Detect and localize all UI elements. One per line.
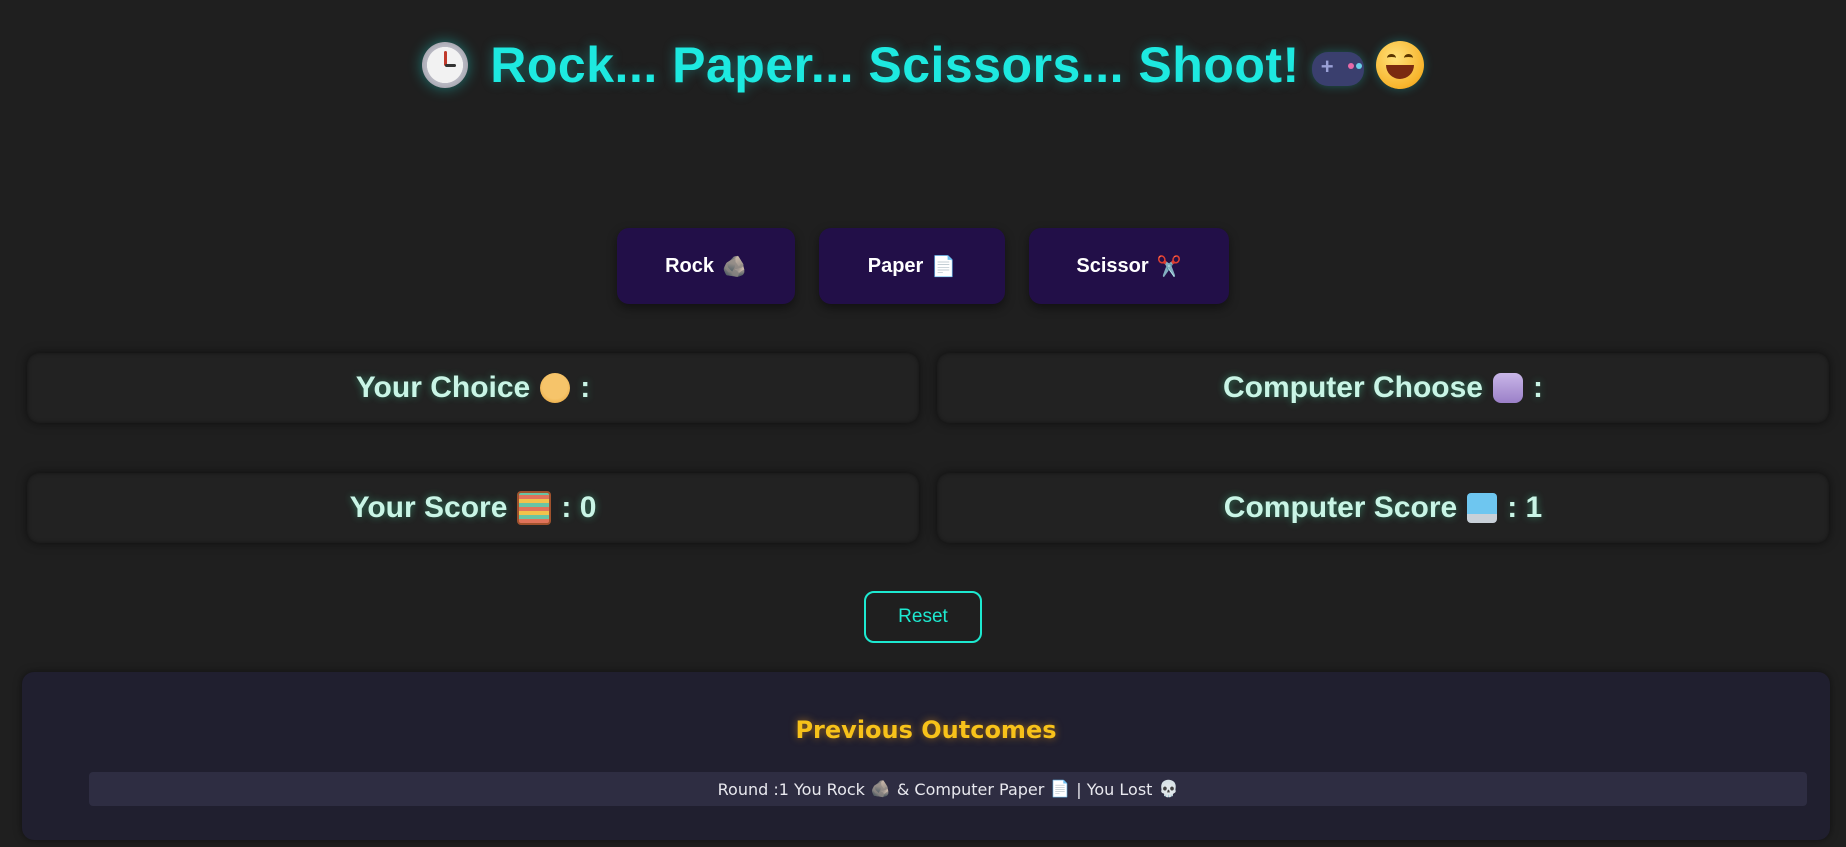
computer-score-panel: Computer Score : 1 (937, 473, 1829, 543)
abacus-icon (517, 491, 552, 525)
your-score-value: : 0 (561, 491, 597, 524)
page-header: Rock... Paper... Scissors... Shoot! (0, 36, 1846, 94)
your-choice-label: Your Choice (355, 371, 531, 404)
your-score-label: Your Score (349, 491, 508, 524)
paper-button-label: Paper (867, 254, 924, 277)
outcome-text-result: | You Lost (1076, 779, 1153, 799)
your-score-panel: Your Score : 0 (27, 473, 919, 543)
clock-icon (422, 42, 469, 88)
laptop-icon (1467, 493, 1498, 523)
page-icon: 📄 (931, 254, 957, 278)
page-icon: 📄 (1050, 779, 1071, 798)
previous-outcomes-panel: Previous Outcomes Round :1 You Rock 🪨 & … (22, 672, 1830, 840)
outcome-text-round: Round :1 You Rock (717, 779, 865, 799)
scissor-button[interactable]: Scissor ✂️ (1029, 228, 1229, 304)
game-page: Rock... Paper... Scissors... Shoot! Rock… (0, 0, 1846, 847)
person-icon (540, 373, 571, 403)
your-choice-panel: Your Choice : (27, 353, 919, 423)
rock-button-label: Rock (665, 254, 714, 277)
computer-score-label: Computer Score (1223, 491, 1458, 524)
grinning-face-icon (1375, 41, 1424, 89)
list-item: Round :1 You Rock 🪨 & Computer Paper 📄 |… (89, 772, 1807, 806)
rock-icon: 🪨 (722, 254, 747, 278)
scissor-button-label: Scissor (1076, 254, 1149, 277)
robot-icon (1493, 373, 1523, 403)
rock-button[interactable]: Rock 🪨 (617, 228, 795, 304)
paper-button[interactable]: Paper 📄 (819, 228, 1005, 304)
scissors-icon: ✂️ (1156, 254, 1182, 278)
outcome-text-computer: & Computer Paper (896, 779, 1045, 799)
computer-choice-value: : (1533, 371, 1543, 404)
computer-choice-panel: Computer Choose : (937, 353, 1829, 423)
reset-wrapper: Reset (0, 591, 1846, 643)
computer-score-value: : 1 (1507, 491, 1543, 524)
skull-icon: 💀 (1158, 779, 1179, 798)
previous-outcomes-title: Previous Outcomes (795, 716, 1057, 744)
gamepad-icon (1311, 52, 1364, 86)
page-title: Rock... Paper... Scissors... Shoot! (490, 37, 1300, 93)
computer-choice-label: Computer Choose (1222, 371, 1483, 404)
choice-buttons: Rock 🪨 Paper 📄 Scissor ✂️ (0, 228, 1846, 304)
rock-icon: 🪨 (870, 779, 891, 798)
reset-button[interactable]: Reset (864, 591, 982, 643)
your-choice-value: : (580, 371, 591, 404)
